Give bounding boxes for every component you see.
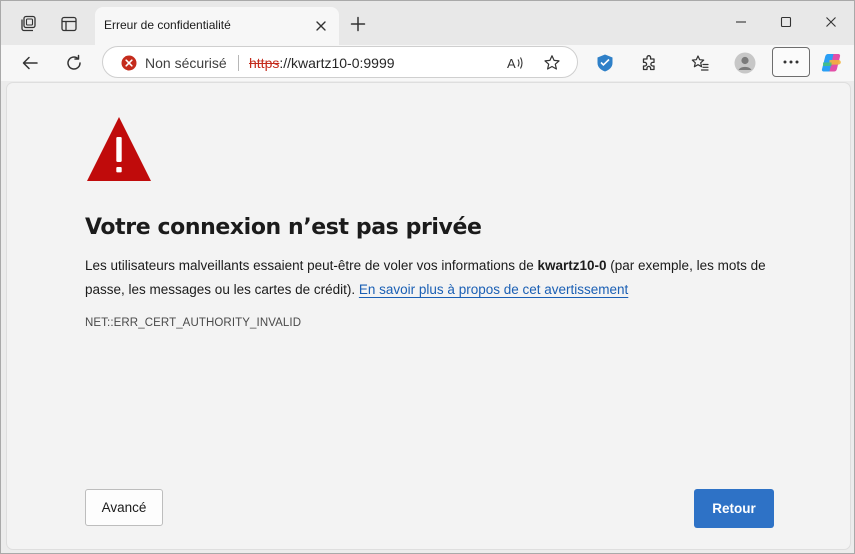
browser-window: Erreur de confidentialité Non sécurisé h… (0, 0, 855, 554)
tab-strip: Erreur de confidentialité (1, 1, 854, 45)
more-icon[interactable] (772, 47, 810, 77)
url-host: ://kwartz10-0:9999 (279, 55, 395, 71)
learn-more-link[interactable]: En savoir plus à propos de cet avertisse… (359, 282, 628, 297)
read-aloud-icon[interactable]: A (503, 51, 527, 75)
security-label[interactable]: Non sécurisé (145, 55, 227, 71)
tab-active[interactable]: Erreur de confidentialité (95, 7, 339, 45)
extensions-icon[interactable] (634, 47, 666, 79)
address-bar[interactable]: Non sécurisé https://kwartz10-0:9999 A (102, 46, 578, 78)
host-name: kwartz10-0 (537, 258, 607, 273)
refresh-icon[interactable] (58, 47, 90, 79)
error-page: Votre connexion n’est pas privée Les uti… (6, 82, 851, 550)
not-secure-icon[interactable] (121, 55, 137, 71)
toolbar: Non sécurisé https://kwartz10-0:9999 A (1, 45, 854, 81)
url-scheme: https (249, 55, 280, 71)
advanced-button[interactable]: Avancé (85, 489, 163, 526)
warning-icon (85, 114, 153, 184)
description-text-1: Les utilisateurs malveillants essaient p… (85, 258, 538, 273)
copilot-icon[interactable] (816, 47, 848, 79)
page-title: Votre connexion n’est pas privée (85, 215, 482, 240)
new-tab-icon[interactable] (345, 11, 371, 37)
svg-text:A: A (507, 56, 516, 71)
workspaces-icon[interactable] (12, 8, 44, 40)
favorites-icon[interactable] (684, 47, 716, 79)
close-icon[interactable] (311, 16, 331, 36)
back-icon[interactable] (14, 47, 46, 79)
url-text[interactable]: https://kwartz10-0:9999 (249, 55, 395, 71)
profile-icon[interactable] (729, 47, 761, 79)
tab-title: Erreur de confidentialité (104, 18, 231, 32)
minimize-icon[interactable] (721, 7, 761, 37)
extension-shield-icon[interactable] (589, 47, 621, 79)
favorite-star-icon[interactable] (540, 51, 564, 75)
omnibox-separator (238, 55, 239, 71)
error-code: NET::ERR_CERT_AUTHORITY_INVALID (85, 317, 302, 329)
tab-actions-icon[interactable] (53, 8, 85, 40)
maximize-icon[interactable] (766, 7, 806, 37)
back-button[interactable]: Retour (694, 489, 774, 528)
error-description: Les utilisateurs malveillants essaient p… (85, 254, 785, 302)
window-close-icon[interactable] (811, 7, 851, 37)
